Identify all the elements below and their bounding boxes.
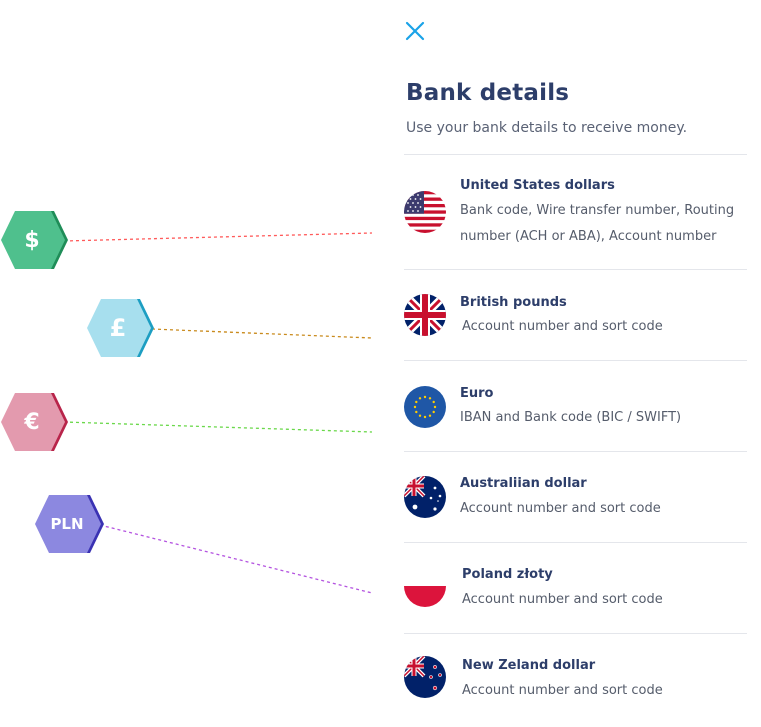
nz-flag-icon (404, 656, 446, 698)
currency-item-usd[interactable]: United States dollars Bank code, Wire tr… (404, 155, 747, 269)
currency-item-pln[interactable]: Poland złoty Account number and sort cod… (404, 543, 747, 633)
pln-connector (99, 524, 373, 594)
currency-description: Bank code, Wire transfer number, Routing… (460, 203, 735, 244)
currency-item-aud[interactable]: Australiian dollar Account number and so… (404, 452, 747, 542)
currency-item-gbp[interactable]: British pounds Account number and sort c… (404, 270, 747, 360)
usd-connector (63, 232, 373, 242)
currency-description: IBAN and Bank code (BIC / SWIFT) (460, 410, 682, 425)
stage: $ £ € PLN Bank details Use your bank det… (0, 0, 761, 727)
close-icon (405, 21, 425, 41)
us-flag-icon (404, 191, 446, 233)
currency-name: United States dollars (460, 178, 615, 193)
pln-badge-symbol: PLN (50, 515, 84, 533)
currency-item-nzd[interactable]: New Zeland dollar Account number and sor… (404, 634, 747, 724)
pl-flag-icon (404, 565, 446, 607)
eur-connector (63, 421, 373, 433)
au-flag-icon (404, 476, 446, 518)
currency-name: Poland złoty (462, 567, 553, 582)
gbp-badge-symbol: £ (109, 314, 127, 342)
close-button[interactable] (404, 20, 428, 44)
currency-description: Account number and sort code (462, 319, 663, 334)
bank-details-panel: Bank details Use your bank details to re… (404, 0, 747, 727)
page-subtitle: Use your bank details to receive money. (406, 120, 688, 136)
currency-name: New Zeland dollar (462, 658, 596, 673)
currency-description: Account number and sort code (462, 592, 663, 607)
currency-item-eur[interactable]: Euro IBAN and Bank code (BIC / SWIFT) (404, 361, 747, 451)
currency-name: Euro (460, 386, 494, 401)
eur-badge: € (0, 392, 68, 452)
currency-description: Account number and sort code (462, 683, 663, 698)
currency-name: British pounds (460, 295, 567, 310)
gbp-connector (151, 328, 373, 339)
usd-badge-symbol: $ (24, 227, 40, 253)
page-title: Bank details (406, 80, 570, 106)
currency-name: Australiian dollar (460, 476, 587, 491)
uk-flag-icon (404, 294, 446, 336)
currency-description: Account number and sort code (460, 501, 661, 516)
eu-flag-icon (404, 386, 446, 428)
pln-badge: PLN (34, 494, 104, 554)
eur-badge-symbol: € (24, 409, 40, 435)
usd-badge: $ (0, 210, 68, 270)
gbp-badge: £ (86, 298, 154, 358)
